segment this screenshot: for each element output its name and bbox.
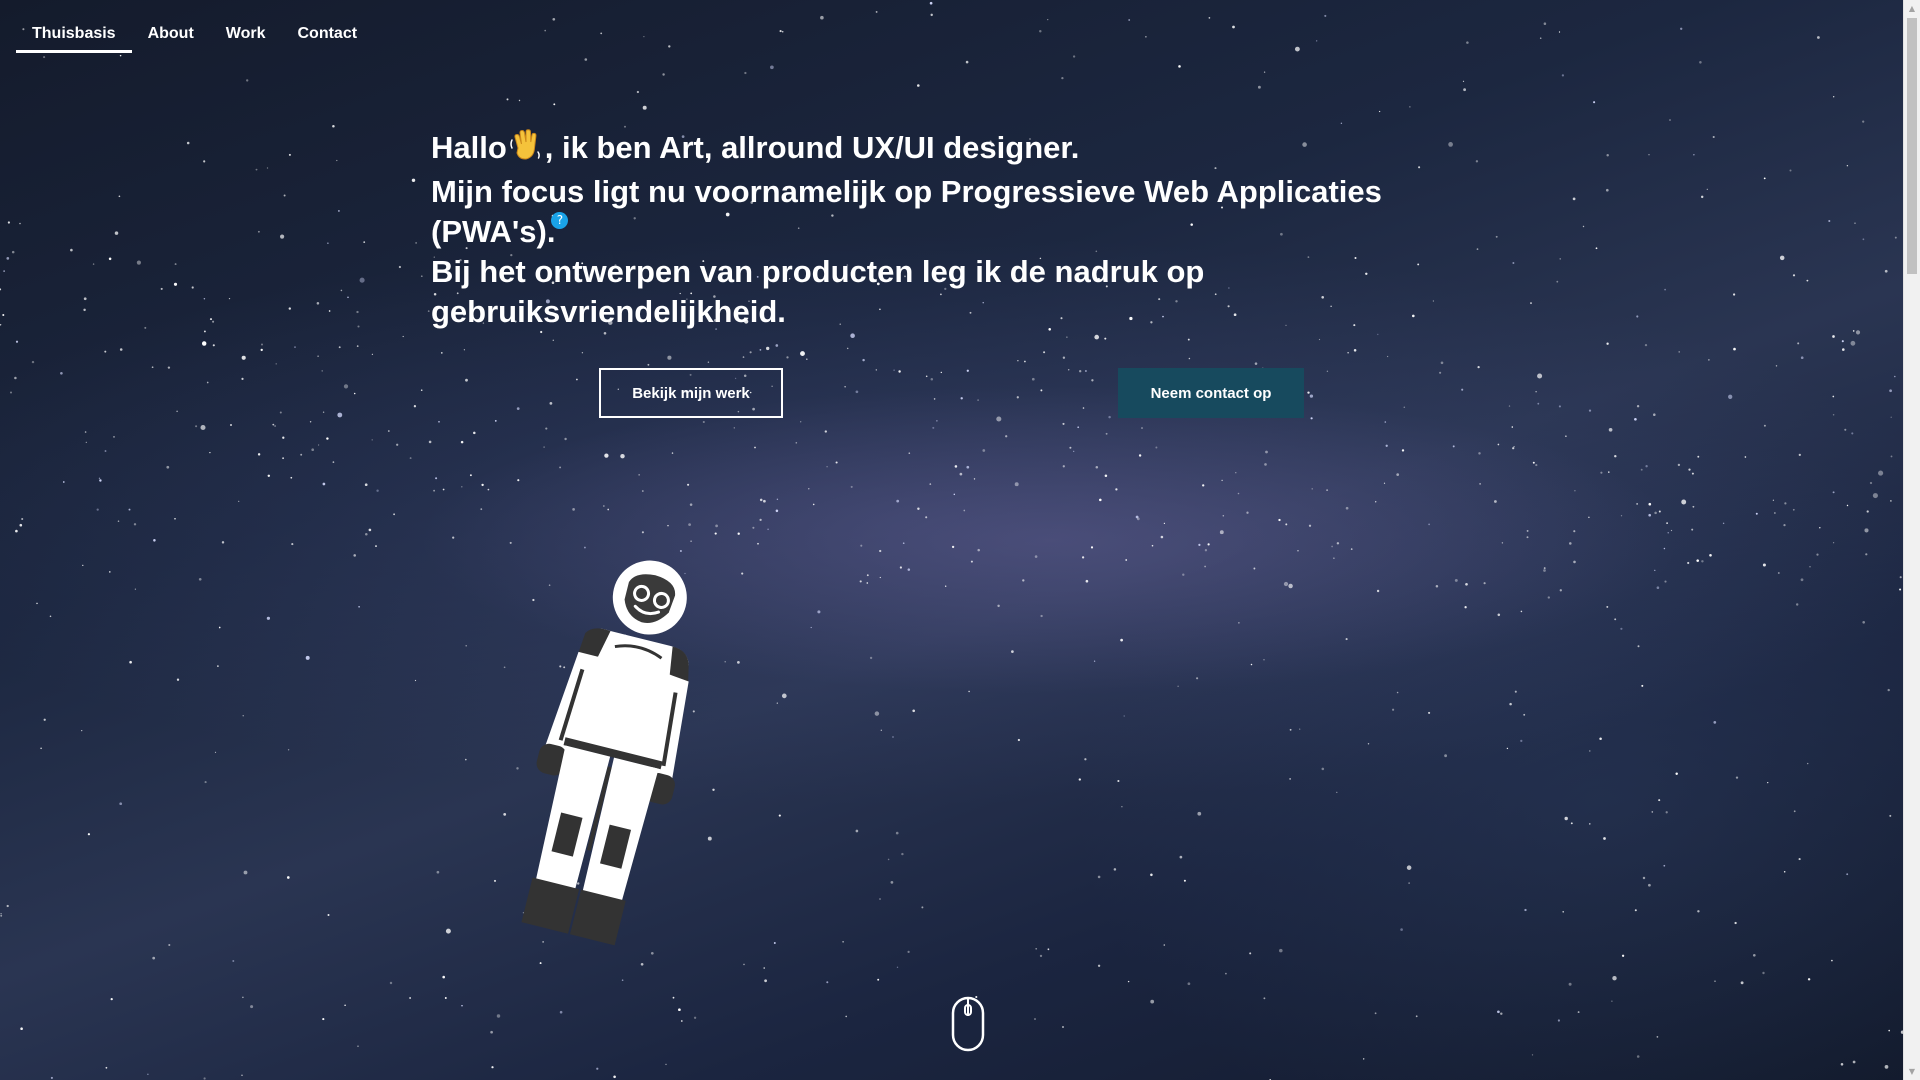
mouse-scroll-icon[interactable] — [951, 996, 985, 1052]
hero-line-3: Bij het ontwerpen van producten leg ik d… — [431, 254, 1205, 329]
nav-item-about[interactable]: About — [132, 18, 210, 53]
scroll-thumb[interactable] — [1907, 18, 1917, 274]
contact-button[interactable]: Neem contact op — [1118, 368, 1304, 418]
waving-hand-icon — [509, 128, 543, 172]
hero-focus-text: Mijn focus ligt nu voornamelijk op Progr… — [431, 174, 1382, 249]
page: Thuisbasis About Work Contact Hallo , ik… — [0, 0, 1920, 1080]
nav-item-thuisbasis[interactable]: Thuisbasis — [16, 18, 132, 53]
hero-line-1: Hallo , ik ben Art, allround UX/UI desig… — [431, 128, 1491, 172]
hero-intro: Hallo , ik ben Art, allround UX/UI desig… — [431, 128, 1491, 332]
astronaut-illustration — [521, 560, 689, 946]
scroll-up-icon[interactable]: ▲ — [1904, 0, 1920, 17]
top-nav: Thuisbasis About Work Contact — [16, 18, 373, 53]
vertical-scrollbar[interactable]: ▲ ▼ — [1903, 0, 1920, 1080]
view-work-button[interactable]: Bekijk mijn werk — [599, 368, 783, 418]
hero-intro-text: , ik ben Art, allround UX/UI designer. — [544, 130, 1080, 165]
scroll-down-icon[interactable]: ▼ — [1904, 1063, 1920, 1080]
hero-greeting: Hallo — [431, 130, 507, 165]
nav-item-contact[interactable]: Contact — [282, 18, 374, 53]
help-badge-icon[interactable]: ? — [551, 212, 569, 229]
nav-item-work[interactable]: Work — [210, 18, 282, 53]
hero-line-2: Mijn focus ligt nu voornamelijk op Progr… — [431, 172, 1491, 252]
